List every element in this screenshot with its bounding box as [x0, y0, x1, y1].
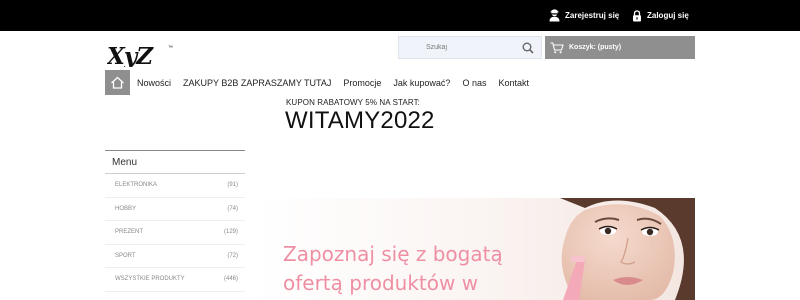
sidebar-item-count: (72)	[227, 252, 238, 259]
coupon-label: KUPON RABATOWY 5% NA START:	[286, 98, 420, 107]
banner-headline-line2: ofertą produktów w	[283, 271, 479, 295]
cart-icon	[550, 41, 564, 53]
sidebar-item-count: (91)	[227, 182, 238, 189]
sidebar-item-count: (74)	[227, 205, 238, 212]
sidebar-item-hobby[interactable]: HOBBY (74)	[105, 198, 245, 221]
sidebar-item-label: SPORT	[115, 252, 136, 259]
user-icon	[549, 9, 560, 22]
sidebar-item-count: (129)	[223, 229, 238, 236]
nav-item-nowosci[interactable]: Nowości	[130, 78, 177, 88]
sidebar-item-count: (446)	[223, 276, 238, 283]
home-button[interactable]	[105, 70, 130, 95]
search-icon	[522, 42, 534, 54]
register-label: Zarejestruj się	[565, 11, 620, 20]
nav-item-o-nas[interactable]: O nas	[456, 78, 492, 88]
login-label: Zaloguj się	[647, 11, 689, 20]
home-icon	[111, 76, 124, 89]
top-bar: Zarejestruj się Zaloguj się	[0, 0, 800, 31]
cart-button[interactable]: Koszyk: (pusty)	[545, 36, 695, 59]
login-link[interactable]: Zaloguj się	[632, 0, 689, 31]
nav-item-jak-kupowac[interactable]: Jak kupować?	[387, 78, 456, 88]
logo-text: XyZ	[107, 43, 154, 67]
search-box	[398, 36, 542, 59]
sidebar-menu: Menu ELEKTRONIKA (91) HOBBY (74) PREZENT…	[105, 150, 245, 292]
nav-item-kontakt[interactable]: Kontakt	[492, 78, 535, 88]
sidebar-item-label: PREZENT	[115, 229, 144, 236]
sidebar-item-prezent[interactable]: PREZENT (129)	[105, 221, 245, 245]
sidebar-item-label: WSZYSTKIE PRODUKTY	[115, 276, 185, 283]
menu-title: Menu	[105, 150, 245, 174]
promo-banner[interactable]: Zapoznaj się z bogatą ofertą produktów w	[255, 198, 695, 300]
store-logo[interactable]: XyZ ™	[105, 43, 177, 70]
sidebar-item-wszystkie[interactable]: WSZYSTKIE PRODUKTY (446)	[105, 268, 245, 292]
cart-label: Koszyk: (pusty)	[569, 44, 622, 51]
lock-icon	[633, 9, 641, 21]
coupon-code: WITAMY2022	[285, 107, 435, 134]
sidebar-item-elektronika[interactable]: ELEKTRONIKA (91)	[105, 174, 245, 198]
sidebar-item-sport[interactable]: SPORT (72)	[105, 245, 245, 268]
nav-item-promocje[interactable]: Promocje	[337, 78, 387, 88]
nav-item-b2b[interactable]: ZAKUPY B2B ZAPRASZAMY TUTAJ	[177, 78, 337, 88]
search-input[interactable]	[399, 37, 519, 58]
sidebar-item-label: HOBBY	[115, 205, 137, 212]
search-button[interactable]	[521, 41, 535, 55]
sidebar-item-label: ELEKTRONIKA	[115, 182, 158, 189]
main-nav: Nowości ZAKUPY B2B ZAPRASZAMY TUTAJ Prom…	[105, 70, 535, 95]
register-link[interactable]: Zarejestruj się	[549, 0, 619, 31]
logo-trademark: ™	[168, 45, 173, 51]
banner-headline-line1: Zapoznaj się z bogatą	[283, 242, 503, 266]
